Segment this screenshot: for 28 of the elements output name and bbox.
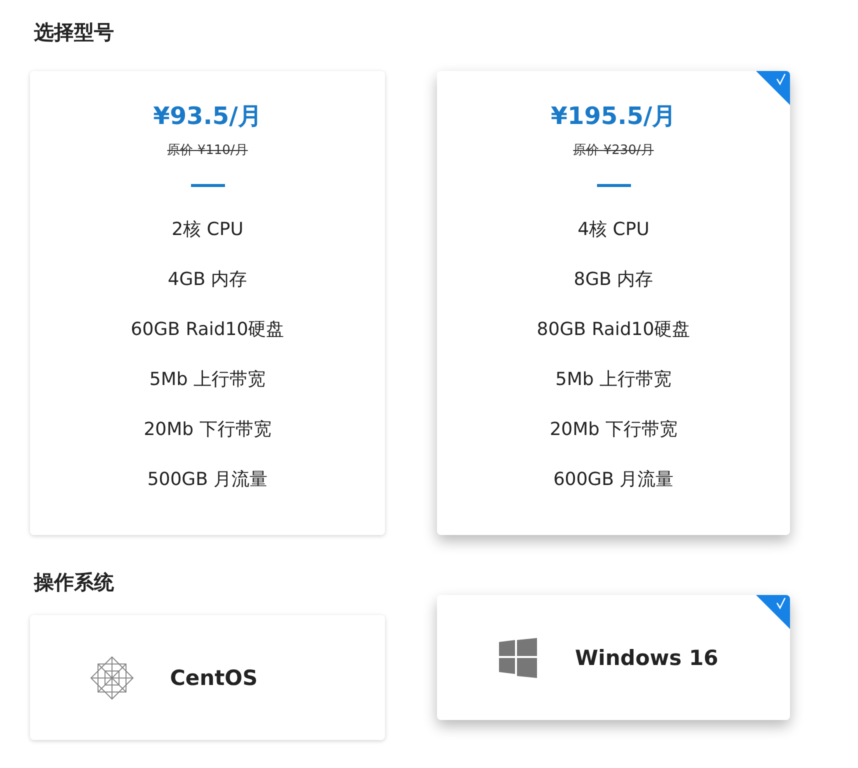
plan-price: ¥195.5/月 [550,101,676,132]
section-title: 选择型号 [34,19,115,46]
original-price: 原价 ¥230/月 [573,142,654,159]
plan-price: ¥93.5/月 [153,101,262,132]
plan-spec: 4GB 内存 [168,268,248,292]
accent-rule [190,184,224,187]
os-name: CentOS [170,666,258,690]
plan-spec: 4核 CPU [578,218,650,242]
windows-logo-icon [499,638,537,678]
plan-spec: 5Mb 上行带宽 [149,368,266,392]
plan-spec: 8GB 内存 [574,268,654,292]
plan-card[interactable]: ¥93.5/月 原价 ¥110/月 2核 CPU 4GB 内存 60GB Raid10硬盘 5Mb 上行带宽 20Mb 下行带宽 500GB 月流量 [30,71,385,535]
plan-spec: 20Mb 下行带宽 [550,418,678,442]
plan-spec: 20Mb 下行带宽 [144,418,272,442]
os-option-card[interactable]: CentOS [30,615,385,740]
plan-spec: 500GB 月流量 [147,468,268,492]
plan-spec: 2核 CPU [172,218,244,242]
plan-spec: 60GB Raid10硬盘 [130,318,284,342]
accent-rule [596,184,630,187]
centos-logo-icon [90,656,134,700]
plan-spec: 80GB Raid10硬盘 [536,318,690,342]
plan-spec: 600GB 月流量 [553,468,674,492]
section-title: 操作系统 [34,569,115,596]
os-name: Windows 16 [575,646,718,670]
plan-spec: 5Mb 上行带宽 [555,368,672,392]
original-price: 原价 ¥110/月 [167,142,248,159]
os-option-card[interactable]: Windows 16 [437,595,790,720]
plan-card[interactable]: ¥195.5/月 原价 ¥230/月 4核 CPU 8GB 内存 80GB Raid10硬盘 5Mb 上行带宽 20Mb 下行带宽 600GB 月流量 [437,71,790,535]
